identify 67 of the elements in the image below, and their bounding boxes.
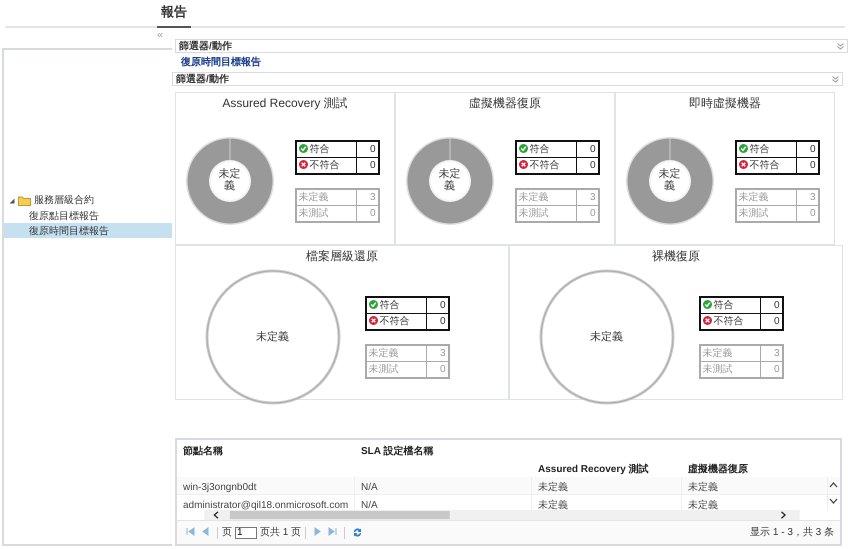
table-cell: win-3j3ongnb0dt — [183, 482, 256, 493]
tree-item[interactable]: 服務層級合約 — [34, 193, 94, 208]
legend-label: 符合 — [530, 144, 550, 154]
page-count: 页共 1 页 — [260, 526, 302, 540]
column-header[interactable]: 節點名稱 — [183, 446, 223, 457]
check-icon — [298, 144, 308, 152]
stats-label: 未測試 — [296, 205, 356, 222]
table-cell: 未定義 — [538, 482, 568, 493]
error-icon — [738, 160, 748, 168]
check-icon — [738, 144, 748, 152]
table-cell: 未定義 — [688, 500, 718, 510]
error-icon — [518, 160, 528, 168]
legend-label: 不符合 — [714, 316, 744, 326]
column-header[interactable]: 虛擬機器復原 — [688, 464, 748, 475]
stats-label: 未定義 — [700, 344, 760, 361]
error-icon — [298, 160, 308, 168]
record-count: 显示 1 - 3，共 3 条 — [750, 526, 834, 540]
expand-icon[interactable] — [832, 76, 839, 82]
filter-bar[interactable]: 篩選器/動作 — [172, 72, 843, 86]
center-label: 未定義 — [438, 169, 462, 193]
legend-label: 符合 — [714, 300, 734, 310]
page-input[interactable]: 1 — [235, 526, 257, 539]
table-cell: administrator@qil18.onmicrosoft.com — [183, 500, 348, 510]
legend-label: 符合 — [310, 144, 330, 154]
error-icon — [368, 316, 378, 324]
stats-label: 未測試 — [736, 205, 796, 222]
error-icon — [702, 316, 712, 324]
stats-label: 未定義 — [366, 344, 426, 361]
chart-title: Assured Recovery 測試 — [222, 95, 348, 112]
legend-label: 不符合 — [380, 316, 410, 326]
center-label: 未定義 — [658, 169, 682, 193]
legend-label: 不符合 — [750, 160, 780, 170]
page-label: 页 — [222, 526, 232, 540]
center-label: 未定義 — [590, 330, 623, 345]
stats-label: 未定義 — [736, 188, 796, 205]
expand-icon[interactable] — [837, 42, 844, 50]
chart-title: 檔案層級還原 — [306, 248, 378, 265]
legend-label: 不符合 — [310, 160, 340, 170]
table-cell: N/A — [361, 500, 378, 510]
stats-label: 未定義 — [296, 188, 356, 205]
column-header[interactable]: SLA 設定檔名稱 — [361, 446, 434, 457]
table-cell: N/A — [361, 482, 378, 493]
chart-title: 即時虛擬機器 — [689, 95, 761, 112]
tree-item[interactable]: 復原點目標報告 — [4, 208, 172, 223]
chart-title: 虛擬機器復原 — [469, 95, 541, 112]
report-link[interactable]: 復原時間目標報告 — [175, 53, 267, 72]
page-tab[interactable]: 報告 — [157, 2, 191, 28]
table-cell: 未定義 — [688, 482, 718, 493]
stats-label: 未定義 — [516, 188, 576, 205]
chart-title: 裸機復原 — [652, 248, 700, 265]
stats-label: 未測試 — [700, 361, 760, 378]
table-cell: 未定義 — [538, 500, 568, 510]
expand-toggle[interactable] — [9, 198, 15, 204]
stats-label: 未測試 — [366, 361, 426, 378]
tree-item[interactable]: 復原時間目標報告 — [4, 223, 172, 238]
check-icon — [368, 300, 378, 308]
filter-bar[interactable]: 篩選器/動作 — [175, 39, 848, 53]
center-label: 未定義 — [256, 330, 289, 345]
legend-label: 符合 — [750, 144, 770, 154]
column-header[interactable]: Assured Recovery 測試 — [538, 464, 649, 475]
stats-label: 未測試 — [516, 205, 576, 222]
center-label: 未定義 — [218, 169, 242, 193]
check-icon — [518, 144, 528, 152]
folder-icon — [18, 195, 31, 206]
check-icon — [702, 300, 712, 308]
legend-label: 不符合 — [530, 160, 560, 170]
legend-label: 符合 — [380, 300, 400, 310]
